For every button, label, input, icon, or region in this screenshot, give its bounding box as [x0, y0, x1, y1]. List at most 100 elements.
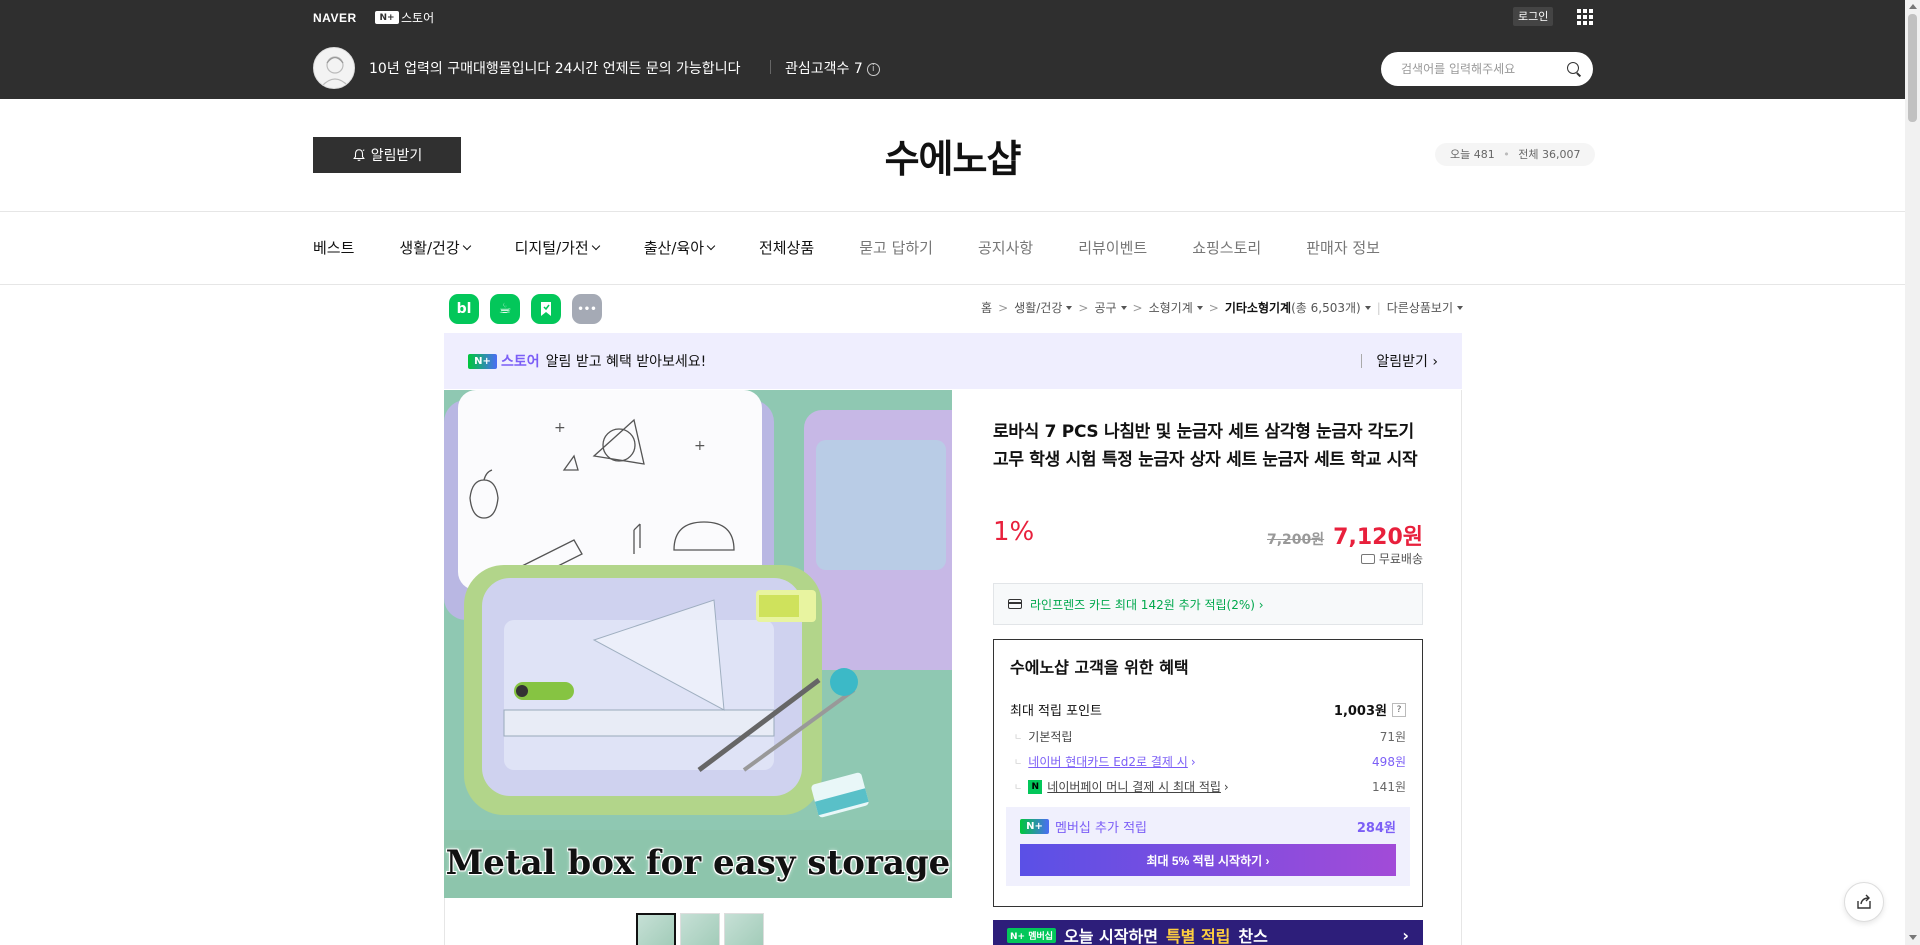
npay-icon: N [1028, 779, 1043, 794]
chevron-right-icon: › [1402, 925, 1409, 945]
share-icon [1857, 894, 1871, 909]
nav-item-baby[interactable]: 출산/육아 [644, 237, 716, 258]
nav-item-best[interactable]: 베스트 [313, 237, 354, 258]
store-logo-label: 스토어 [401, 11, 435, 25]
visit-count: 오늘 481 • 전체 36,007 [1435, 143, 1596, 166]
help-icon[interactable]: ? [1392, 702, 1406, 717]
store-avatar[interactable] [313, 47, 355, 89]
nav-item-qna[interactable]: 묻고 답하기 [859, 237, 933, 258]
breadcrumb-tools[interactable]: 공구 [1094, 299, 1127, 316]
svg-text:+: + [694, 438, 706, 454]
top-header: NAVER N+ 스토어 로그인 10년 업력의 구매대행몰입니다 24시간 언… [0, 0, 1920, 99]
breadcrumb-living-health[interactable]: 생활/건강 [1014, 299, 1073, 316]
nav-item-living-health[interactable]: 생활/건강 [399, 237, 471, 258]
base-point-row: 기본적립 71원 [1010, 728, 1406, 745]
nav-item-review-event[interactable]: 리뷰이벤트 [1078, 237, 1147, 258]
divider [770, 60, 771, 74]
promo-highlight: 특별 적립 [1165, 927, 1231, 945]
card-benefit-box[interactable]: 라인프렌즈 카드 최대 142원 추가 적립(2%) › [993, 583, 1423, 625]
thumbnail[interactable] [724, 913, 764, 945]
promo-text: 오늘 시작하면 [1064, 927, 1158, 945]
shipping-label: 무료배송 [1378, 552, 1423, 566]
divider [0, 211, 1905, 212]
chevron-down-icon [462, 241, 471, 250]
banner-store-label: 스토어 [501, 354, 540, 370]
nplus-badge: N+ [375, 11, 399, 24]
info-icon[interactable]: i [866, 62, 880, 76]
promo-tag: N+ 멤버십 [1007, 927, 1057, 943]
shipping-info: 무료배송 [993, 550, 1423, 567]
store-title[interactable]: 수에노샵 [0, 128, 1905, 183]
visit-total: 전체 36,007 [1518, 148, 1581, 161]
naver-logo[interactable]: NAVER [313, 11, 357, 25]
thumbnail[interactable] [636, 913, 676, 945]
nav-item-all-products[interactable]: 전체상품 [759, 237, 814, 258]
thumbnail[interactable] [680, 913, 720, 945]
caret-down-icon [1120, 305, 1127, 310]
nplus-badge: N+ [468, 353, 497, 369]
caret-down-icon [1364, 305, 1371, 310]
product-main-image[interactable]: + + Metal box for easy storage [444, 390, 952, 898]
nav-item-digital[interactable]: 디지털/가전 [515, 237, 600, 258]
membership-promo-banner[interactable]: N+ 멤버십 오늘 시작하면 특별 적립 찬스 › [993, 920, 1423, 945]
scrollbar-thumb[interactable] [1908, 14, 1917, 122]
hyundai-card-link[interactable]: 네이버 현대카드 Ed2로 결제 시 [1028, 753, 1188, 770]
search-input[interactable] [1401, 62, 1561, 76]
caret-down-icon [1196, 305, 1203, 310]
nav-item-notice[interactable]: 공지사항 [978, 237, 1033, 258]
page-scrollbar[interactable] [1905, 0, 1920, 945]
nav-item-shopping-story[interactable]: 쇼핑스토리 [1192, 237, 1261, 258]
base-point-value: 71원 [1379, 730, 1406, 744]
banner-alarm-link[interactable]: 알림받기 › [1361, 351, 1438, 371]
npay-money-link[interactable]: 네이버페이 머니 결제 시 최대 적립 [1047, 778, 1221, 795]
membership-start-button[interactable]: 최대 5% 적립 시작하기 › [1020, 844, 1396, 876]
breadcrumb-home[interactable]: 홈 [981, 299, 992, 316]
caret-down-icon [1066, 305, 1073, 310]
floating-share-button[interactable] [1844, 882, 1884, 922]
benefit-title: 수에노샵 고객을 위한 혜택 [1010, 658, 1189, 677]
breadcrumb-small-machines[interactable]: 소형기계 [1149, 299, 1203, 316]
hyundai-card-value: 498원 [1372, 755, 1406, 769]
scroll-down-icon[interactable] [1909, 935, 1917, 940]
membership-value: 284원 [1356, 821, 1396, 836]
scroll-up-icon[interactable] [1909, 4, 1917, 9]
max-point-label: 최대 적립 포인트 [1010, 704, 1102, 719]
search-icon[interactable] [1567, 62, 1581, 76]
card-benefit-text: 라인프렌즈 카드 최대 142원 추가 적립(2%) › [1030, 597, 1264, 612]
promo-text-2: 찬스 [1238, 927, 1268, 945]
product-image-caption: Metal box for easy storage [445, 843, 951, 883]
membership-label: 멤버십 추가 적립 [1055, 821, 1147, 836]
price-row: 7,200원 7,120원 [993, 519, 1423, 551]
category-nav: 베스트 생활/건강 디지털/가전 출산/육아 전체상품 묻고 답하기 공지사항 … [313, 237, 1425, 258]
banner-text: 알림 받고 혜택 받아보세요! [545, 354, 707, 370]
store-benefit-box: 수에노샵 고객을 위한 혜택 최대 적립 포인트 1,003원? 기본적립 71… [993, 639, 1423, 907]
visit-today: 오늘 481 [1450, 148, 1495, 161]
image-thumbnails [636, 913, 764, 945]
npay-money-row: N네이버페이 머니 결제 시 최대 적립› 141원 [1010, 778, 1406, 795]
apps-grid-icon[interactable] [1577, 9, 1593, 25]
caret-down-icon [1457, 305, 1463, 310]
nav-item-seller-info[interactable]: 판매자 정보 [1306, 237, 1380, 258]
original-price: 7,200원 [1267, 532, 1325, 548]
base-point-label: 기본적립 [1014, 728, 1072, 745]
login-button[interactable]: 로그인 [1513, 7, 1554, 26]
store-description: 10년 업력의 구매대행몰입니다 24시간 언제든 문의 가능합니다 [369, 61, 741, 77]
breadcrumb: 홈 > 생활/건강 > 공구 > 소형기계 > 기타소형기계 (총 6,503개)… [0, 299, 1463, 316]
favorite-customer-count: 관심고객수 7i [785, 58, 880, 78]
naver-store-logo[interactable]: N+ 스토어 [375, 9, 434, 26]
membership-box: N+ 멤버십 추가 적립 284원 최대 5% 적립 시작하기 › [1006, 807, 1410, 886]
notification-benefit-banner[interactable]: N+ 스토어 알림 받고 혜택 받아보세요! 알림받기 › [444, 333, 1462, 389]
hyundai-card-row: 네이버 현대카드 Ed2로 결제 시› 498원 [1010, 753, 1406, 770]
divider [0, 284, 1905, 285]
credit-card-icon [1008, 599, 1022, 609]
breadcrumb-other-products[interactable]: 다른상품보기 [1387, 299, 1463, 316]
chevron-down-icon [591, 241, 600, 250]
max-point-row: 최대 적립 포인트 1,003원? [1010, 700, 1406, 719]
npay-money-value: 141원 [1372, 780, 1406, 794]
favorite-count-label: 관심고객수 7 [785, 61, 863, 77]
breadcrumb-other-small-machines[interactable]: 기타소형기계 (총 6,503개) [1225, 299, 1371, 316]
product-name: 로바식 7 PCS 나침반 및 눈금자 세트 삼각형 눈금자 각도기 고무 학생… [993, 422, 1418, 470]
truck-icon [1360, 553, 1375, 564]
nplus-badge: N+ [1020, 819, 1049, 834]
svg-text:+: + [554, 420, 566, 436]
